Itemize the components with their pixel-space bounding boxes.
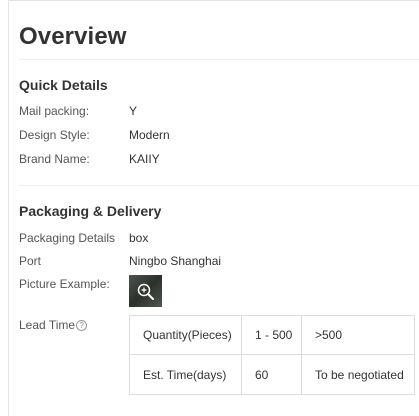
- picture-example-label: Picture Example:: [19, 277, 110, 291]
- table-cell: 60: [241, 354, 302, 395]
- packaging-delivery-heading: Packaging & Delivery: [19, 203, 162, 219]
- quick-details-heading: Quick Details: [19, 77, 108, 93]
- section-divider: [19, 185, 419, 186]
- lead-time-table: Quantity(Pieces) 1 - 500 >500 Est. Time(…: [129, 315, 415, 395]
- mail-packing-label: Mail packing:: [19, 104, 90, 118]
- mail-packing-value: Y: [129, 104, 138, 118]
- lead-time-text: Lead Time: [19, 318, 76, 332]
- product-overview-panel: Overview Quick Details Mail packing: Y D…: [8, 0, 419, 416]
- table-cell: Quantity(Pieces): [129, 315, 242, 355]
- table-cell: >500: [301, 315, 415, 355]
- page-title: Overview: [19, 23, 127, 50]
- lead-time-label: Lead Time?: [19, 318, 88, 332]
- table-row: Est. Time(days) 60 To be negotiated: [129, 354, 415, 395]
- table-row: Quantity(Pieces) 1 - 500 >500: [129, 315, 415, 355]
- packaging-details-value: box: [129, 231, 149, 245]
- help-icon[interactable]: ?: [76, 320, 88, 331]
- picture-example-thumbnail[interactable]: [129, 275, 162, 307]
- title-divider: [19, 59, 419, 60]
- zoom-in-icon: [137, 283, 154, 300]
- packaging-details-label: Packaging Details: [19, 231, 116, 245]
- design-style-label: Design Style:: [19, 128, 90, 142]
- table-cell: 1 - 500: [241, 315, 302, 355]
- table-cell: To be negotiated: [301, 354, 415, 395]
- brand-name-value: KAIIY: [129, 152, 160, 166]
- design-style-value: Modern: [129, 128, 170, 142]
- port-value: Ningbo Shanghai: [129, 254, 222, 268]
- table-cell: Est. Time(days): [129, 354, 242, 395]
- port-label: Port: [19, 254, 42, 268]
- brand-name-label: Brand Name:: [19, 152, 90, 166]
